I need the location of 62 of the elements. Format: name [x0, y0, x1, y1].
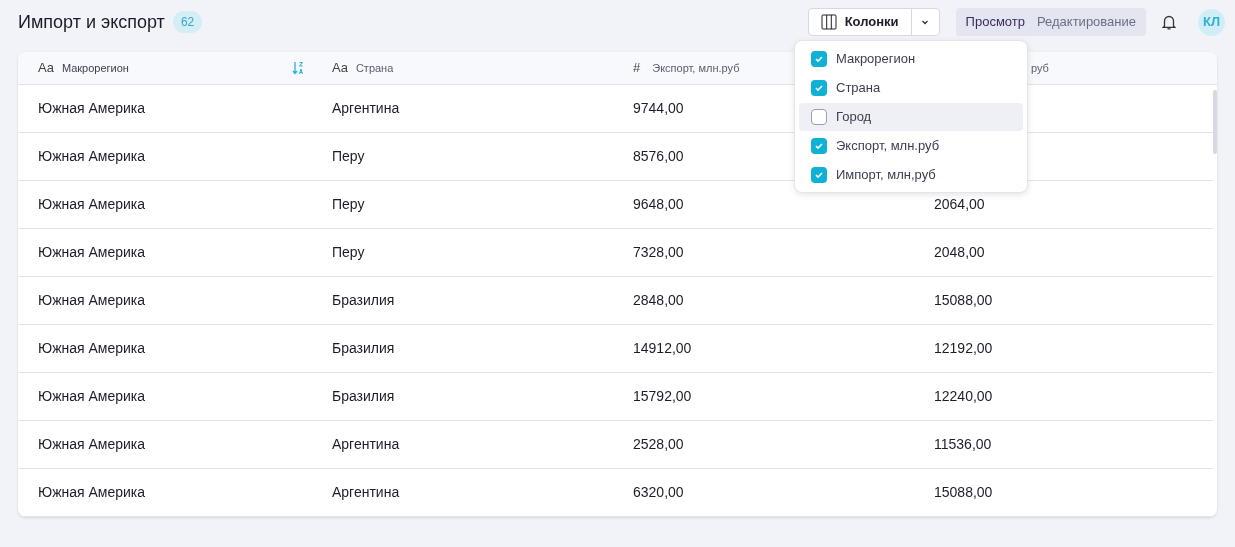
checkmark-icon [814, 141, 824, 151]
count-badge: 62 [172, 11, 203, 33]
table-cell: 12240,00 [934, 388, 993, 404]
column-header[interactable]: Страна [355, 59, 394, 77]
text-type-icon: Aa [332, 58, 348, 78]
table-cell: 9648,00 [633, 196, 684, 212]
sort-descending-icon[interactable] [292, 61, 304, 75]
columns-icon [820, 14, 837, 30]
table-cell: 2528,00 [633, 436, 684, 452]
bell-icon[interactable] [1160, 13, 1178, 31]
table-cell: Перу [332, 244, 365, 260]
checkbox[interactable] [811, 138, 827, 154]
mode-tab[interactable]: Редактирование [1032, 12, 1140, 32]
menu-item[interactable]: Страна [799, 74, 1023, 102]
table-cell: Южная Америка [38, 484, 146, 500]
table-cell: Бразилия [332, 340, 395, 356]
table-cell: 15792,00 [633, 388, 692, 404]
table-cell: 15088,00 [934, 484, 993, 500]
column-header[interactable]: Макрорегион [61, 59, 129, 77]
number-type-icon: # [633, 58, 641, 78]
table-cell: 2048,00 [934, 244, 985, 260]
table-cell: Аргентина [332, 436, 400, 452]
menu-item[interactable]: Макрорегион [799, 45, 1023, 73]
menu-item[interactable]: Экспорт, млн.руб [799, 132, 1023, 160]
checkmark-icon [814, 83, 824, 93]
column-header[interactable]: руб [1031, 59, 1049, 77]
page-title: Импорт и экспорт [18, 10, 165, 34]
table-cell: 15088,00 [934, 292, 993, 308]
checkbox[interactable] [811, 109, 827, 125]
menu-item[interactable]: Город [799, 103, 1023, 131]
mode-tab[interactable]: Просмотр [961, 12, 1029, 32]
table-cell: 2064,00 [934, 196, 985, 212]
table-cell: 8576,00 [633, 148, 684, 164]
table-cell: Южная Америка [38, 196, 146, 212]
table-cell: 14912,00 [633, 340, 692, 356]
table-cell: Южная Америка [38, 436, 146, 452]
table-cell: Южная Америка [38, 148, 146, 164]
table-cell: Бразилия [332, 388, 395, 404]
table-cell: Южная Америка [38, 340, 146, 356]
table-cell: 9744,00 [633, 100, 684, 116]
table-cell: Перу [332, 148, 365, 164]
table-cell: Южная Америка [38, 292, 146, 308]
table-cell: Перу [332, 196, 365, 212]
table-cell: Южная Америка [38, 388, 146, 404]
checkbox[interactable] [811, 167, 827, 183]
table-cell: Южная Америка [38, 244, 146, 260]
table-cell: Аргентина [332, 100, 400, 116]
checkmark-icon [814, 54, 824, 64]
checkbox[interactable] [811, 51, 827, 67]
table-cell: 11536,00 [934, 436, 992, 452]
table-cell: 6320,00 [633, 484, 684, 500]
table-cell: Аргентина [332, 484, 400, 500]
column-header[interactable]: Экспорт, млн.руб [652, 59, 740, 77]
checkbox[interactable] [811, 80, 827, 96]
menu-item[interactable]: Импорт, млн,руб [799, 161, 1023, 189]
table-cell: Бразилия [332, 292, 395, 308]
table-cell: 7328,00 [633, 244, 684, 260]
text-type-icon: Aa [38, 58, 54, 78]
table-cell: 12192,00 [934, 340, 993, 356]
table-cell: Южная Америка [38, 100, 146, 116]
table-cell: 2848,00 [633, 292, 684, 308]
checkmark-icon [814, 170, 824, 180]
